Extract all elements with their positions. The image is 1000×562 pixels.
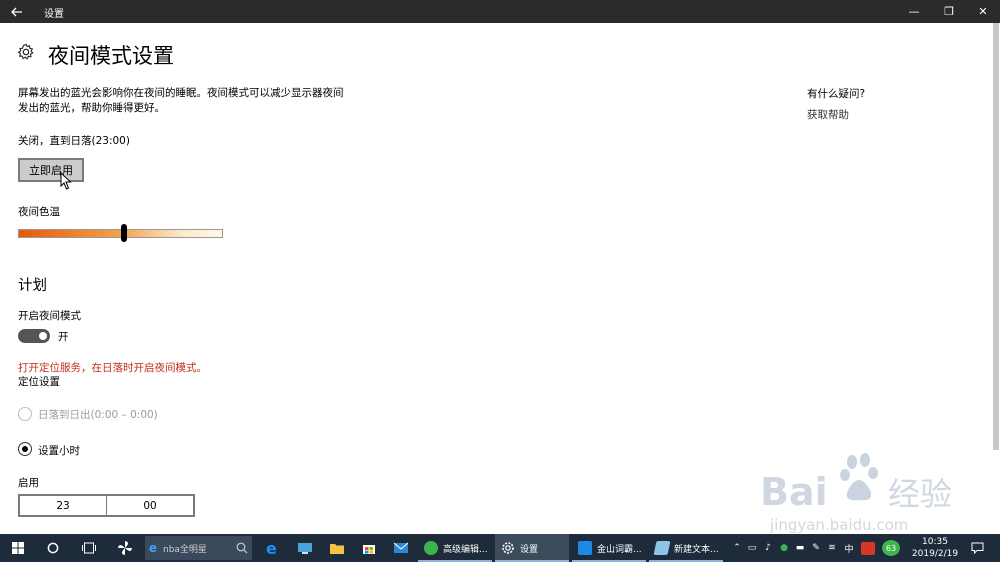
back-button[interactable] [6,2,28,21]
ime-indicator[interactable]: 中 [840,542,858,555]
minimize-button[interactable]: — [897,0,931,23]
green-app-icon [424,541,438,555]
taskbar-app-notepad[interactable]: 新建文本... [649,534,723,562]
show-hidden-icons-icon[interactable]: ⌃ [730,543,744,553]
taskbar-app-advanced-editor[interactable]: 高级编辑... [418,534,492,562]
schedule-night-light-label: 开启夜间模式 [18,310,81,322]
ie-logo-icon: e [149,541,157,554]
display-icon[interactable]: ▭ [744,543,760,553]
set-hours-radio[interactable] [18,442,32,456]
pinwheel-app-button[interactable] [114,534,136,562]
sogou-ime-icon[interactable] [861,541,875,555]
taskbar-app-settings[interactable]: 设置 [495,534,569,562]
network-icon[interactable]: ≋ [824,543,840,553]
pen-icon[interactable]: ✎ [808,543,824,553]
security-icon[interactable]: ● [776,543,792,553]
night-light-description: 屏幕发出的蓝光会影响你在夜间的睡眠。夜间模式可以减少显示器夜间发出的蓝光，帮助你… [18,87,344,114]
start-button[interactable] [8,534,28,562]
window-title: 设置 [44,9,64,20]
store-button[interactable] [358,534,380,562]
gear-icon [502,542,514,554]
location-warning: 打开定位服务，在日落时开启夜间模式。 [18,362,207,374]
close-button[interactable]: ✕ [966,0,1000,23]
svg-text:Bai: Bai [760,470,828,514]
mouse-cursor-icon [60,172,72,190]
action-center-button[interactable] [966,534,988,562]
restore-button[interactable]: ❐ [932,0,966,23]
task-view-button[interactable] [78,534,100,562]
schedule-toggle-state: 开 [58,331,69,343]
windows-logo-icon [12,542,24,554]
taskbar-app-label: 新建文本... [674,544,719,555]
page-title: 夜间模式设置 [48,44,174,68]
color-temperature-slider-thumb[interactable] [121,224,128,242]
toggle-knob [39,332,47,340]
cortana-circle-icon [47,542,59,554]
gear-icon [17,43,34,60]
turn-on-label: 启用 [18,477,39,489]
taskbar-app-jinshan-ciba[interactable]: 金山词霸... [572,534,646,562]
mail-button[interactable] [390,534,412,562]
get-help-link[interactable]: 获取帮助 [807,107,849,122]
night-light-status: 关闭，直到日落(23:00) [18,135,130,147]
dictionary-icon [578,541,592,555]
taskbar-app-label: 金山词霸... [597,544,642,555]
store-bag-icon [363,545,375,554]
turn-on-hour[interactable]: 23 [20,496,106,515]
notification-icon [971,542,983,554]
taskbar: e nba全明星 e 高级编辑... 设置 金山词霸... 新建文本... ⌃ … [0,534,1000,562]
sunset-to-sunrise-radio[interactable] [18,407,32,421]
help-question: 有什么疑问? [807,88,866,100]
edge-icon: e [266,540,277,556]
title-bar: 设置 — ❐ ✕ [0,0,1000,23]
battery-icon[interactable]: ▬ [792,543,808,553]
svg-text:e: e [266,540,277,556]
schedule-toggle[interactable] [18,329,50,343]
clock-time: 10:35 [922,537,948,547]
search-text: nba全明星 [163,544,207,555]
taskbar-search-box[interactable]: e nba全明星 [145,536,252,560]
folder-icon [330,544,344,554]
notepad-icon [653,541,671,555]
sunset-to-sunrise-label: 日落到日出(0:00 – 0:00) [38,409,158,421]
radio-selected-dot [21,445,28,452]
schedule-heading: 计划 [18,278,47,294]
taskbar-app-label: 高级编辑... [443,544,488,555]
location-settings-link[interactable]: 定位设置 [18,374,60,389]
search-icon [236,542,248,554]
system-tray: ⌃ ▭ ♪ ● ▬ ✎ ≋ 中 63 [730,534,900,562]
turn-on-time-picker[interactable]: 23 00 [18,494,195,517]
task-view-icon [82,542,96,554]
back-arrow-icon [11,7,22,16]
cortana-button[interactable] [42,534,64,562]
color-temperature-label: 夜间色温 [18,206,60,218]
pinned-app-button[interactable] [294,534,316,562]
svg-text:e: e [149,541,157,554]
file-explorer-button[interactable] [326,534,348,562]
enable-now-button[interactable]: 立即启用 [18,158,84,182]
taskbar-app-label: 设置 [520,544,539,555]
vertical-scrollbar[interactable] [993,23,999,450]
monitor-app-icon [298,543,312,554]
pinwheel-icon [118,541,132,555]
edge-button[interactable]: e [262,534,284,562]
clock-date: 2019/2/19 [911,549,959,559]
mail-icon [393,542,409,553]
turn-on-minute[interactable]: 00 [106,496,193,515]
svg-text:经验: 经验 [888,475,952,513]
taskbar-clock[interactable]: 10:35 2019/2/19 [906,536,964,560]
volume-icon[interactable]: ♪ [760,543,776,553]
tray-badge[interactable]: 63 [882,540,900,556]
baidu-jingyan-watermark: Bai 经验 jingyan.baidu.com [760,453,952,534]
svg-text:jingyan.baidu.com: jingyan.baidu.com [769,516,908,534]
set-hours-label: 设置小时 [38,445,80,457]
